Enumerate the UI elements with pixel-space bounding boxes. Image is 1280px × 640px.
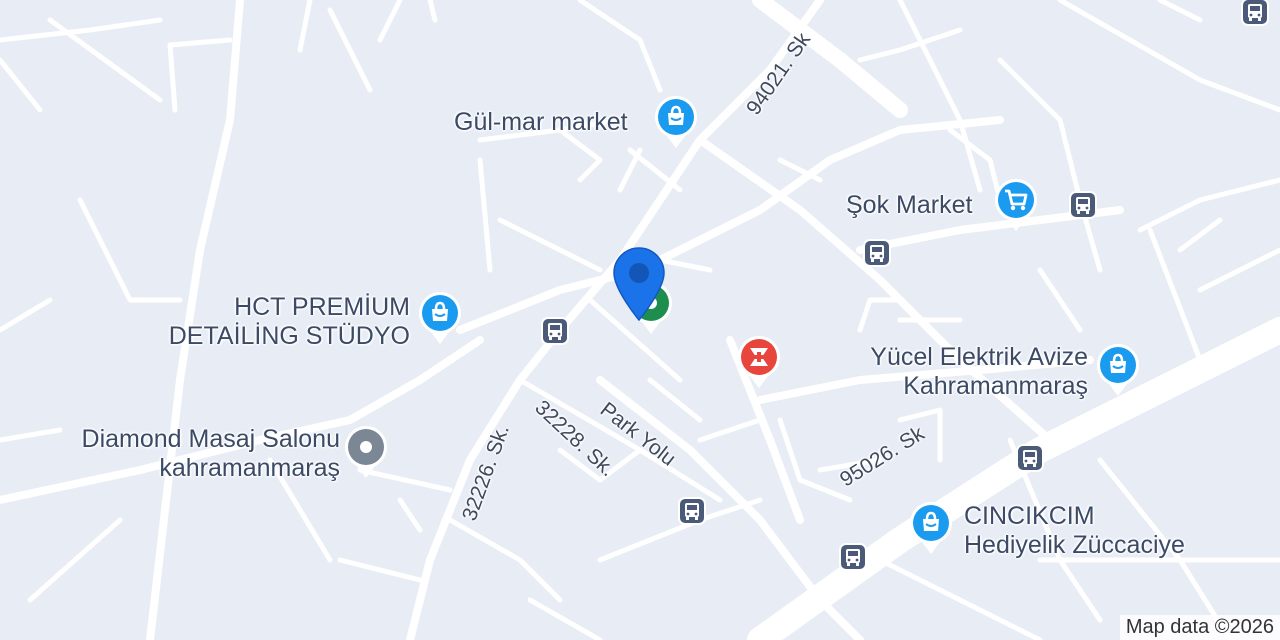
shopping-bag-icon[interactable] [908,500,954,556]
bus-stop-icon[interactable] [838,542,868,572]
shopping-cart-icon[interactable] [993,177,1039,233]
shopping-bag-icon[interactable] [1095,342,1141,398]
poi-label-hct-line1: HCT PREMİUM [234,293,410,321]
poi-label-cincik-line1: CINCIKCIM [964,502,1095,530]
poi-label-yucel[interactable]: Yücel Elektrik Avize Kahramanmaraş [830,343,1088,401]
poi-label-yucel-line1: Yücel Elektrik Avize [870,343,1088,371]
location-pin-icon[interactable] [612,246,666,322]
bus-stop-icon[interactable] [1240,0,1270,27]
bus-stop-icon[interactable] [1068,190,1098,220]
shopping-bag-icon[interactable] [653,94,699,150]
poi-label-sok[interactable]: Şok Market [846,191,972,220]
bus-stop-icon[interactable] [1015,443,1045,473]
bus-stop-icon[interactable] [677,496,707,526]
poi-label-diamond-line2: kahramanmaraş [159,454,340,482]
poi-label-cincik[interactable]: CINCIKCIM Hediyelik Züccaciye [964,502,1185,560]
poi-label-diamond[interactable]: Diamond Masaj Salonu kahramanmaraş [40,425,340,483]
poi-label-yucel-line2: Kahramanmaraş [903,372,1088,400]
poi-label-cincik-line2: Hediyelik Züccaciye [964,531,1185,559]
pharmacy-icon[interactable] [736,334,782,390]
bus-stop-icon[interactable] [862,238,892,268]
poi-label-hct-line2: DETAİLİNG STÜDYO [168,322,410,350]
bus-stop-icon[interactable] [540,316,570,346]
poi-label-diamond-line1: Diamond Masaj Salonu [81,425,340,453]
poi-label-gulmar[interactable]: Gül-mar market [454,108,628,137]
map-canvas[interactable]: 94021. Sk Park Yolu 32228. Sk. 32226. Sk… [0,0,1280,640]
map-attribution: Map data ©2026 [1119,615,1280,640]
place-dot-icon[interactable] [343,424,389,480]
shopping-bag-icon[interactable] [417,290,463,346]
poi-label-hct[interactable]: HCT PREMİUM DETAİLİNG STÜDYO [150,293,410,351]
